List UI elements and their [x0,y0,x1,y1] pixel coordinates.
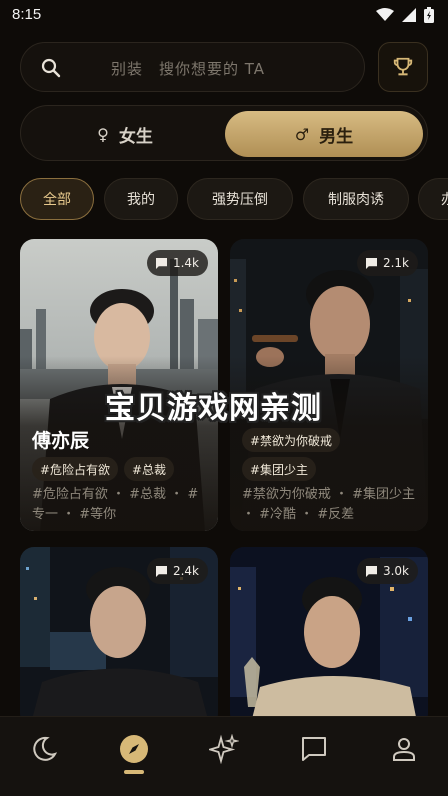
comment-icon [365,565,377,577]
chat-count: 1.4k [172,256,199,270]
gender-toggle: ♀ 女生 ♂ 男生 [20,105,428,161]
comment-icon [155,257,167,269]
trophy-icon [393,57,413,76]
nav-moon[interactable] [28,733,60,765]
gender-male-label: 男生 [319,126,354,147]
nav-discover[interactable] [118,733,150,765]
category-chip-all[interactable]: 全部 [20,178,94,220]
character-card[interactable]: 3.0k [230,547,428,727]
gender-female-label: 女生 [118,126,153,147]
comment-icon [365,257,377,269]
status-icons [376,7,434,23]
nav-messages[interactable] [298,733,330,765]
female-icon: ♀ [97,124,109,144]
nav-profile[interactable] [388,733,420,765]
watermark-text: 宝贝游戏网亲测 [105,391,322,426]
chat-count-badge: 2.1k [356,250,418,276]
wifi-icon [376,8,394,21]
comment-icon [155,565,167,577]
profile-icon [393,738,415,761]
bottom-nav [0,716,448,796]
sparkle-icon [209,734,239,764]
search-icon [41,58,61,78]
chat-count-badge: 2.4k [146,558,208,584]
signal-icon [402,8,416,22]
compass-icon [120,735,148,763]
status-bar: 8:15 [0,0,448,32]
gender-female-tab[interactable]: ♀ 女生 [26,111,224,157]
character-tag: #集团少主 [242,457,317,481]
character-tag: #禁欲为你破戒 [242,428,341,452]
category-chip-dominant[interactable]: 强势压倒 [187,178,293,220]
character-tag: #总裁 [124,457,175,481]
male-icon: ♂ [294,124,310,144]
character-name: 傅亦辰 [32,430,90,452]
character-description: #禁欲为你破戒 ・ #集团少主 ・ #冷酷 ・ #反差 [242,487,416,522]
nav-active-indicator [124,770,144,774]
chat-count: 3.0k [382,564,409,578]
gender-male-tab[interactable]: ♂ 男生 [225,111,423,157]
search-input[interactable]: 别装 搜你想要的 TA [20,42,365,92]
character-card[interactable]: 2.4k [20,547,218,727]
chat-count-badge: 3.0k [356,558,418,584]
search-placeholder: 别装 搜你想要的 TA [111,60,266,78]
leaderboard-button[interactable] [378,42,428,92]
chat-count-badge: 1.4k [146,250,208,276]
category-chip-mine[interactable]: 我的 [104,178,178,220]
moon-icon [33,736,57,761]
category-chips: 全部 我的 强势压倒 制服肉诱 办 [20,178,448,220]
category-chip-office[interactable]: 办 [418,178,448,220]
status-time: 8:15 [12,6,42,23]
battery-icon [424,7,434,23]
category-chip-uniform[interactable]: 制服肉诱 [303,178,409,220]
chat-icon [302,737,326,761]
chat-count: 2.1k [382,256,409,270]
nav-create[interactable] [208,733,240,765]
chat-count: 2.4k [172,564,199,578]
character-description: #危险占有欲 ・ #总裁 ・ #专一 ・ #等你 [32,487,199,522]
character-tag: #危险占有欲 [32,457,119,481]
